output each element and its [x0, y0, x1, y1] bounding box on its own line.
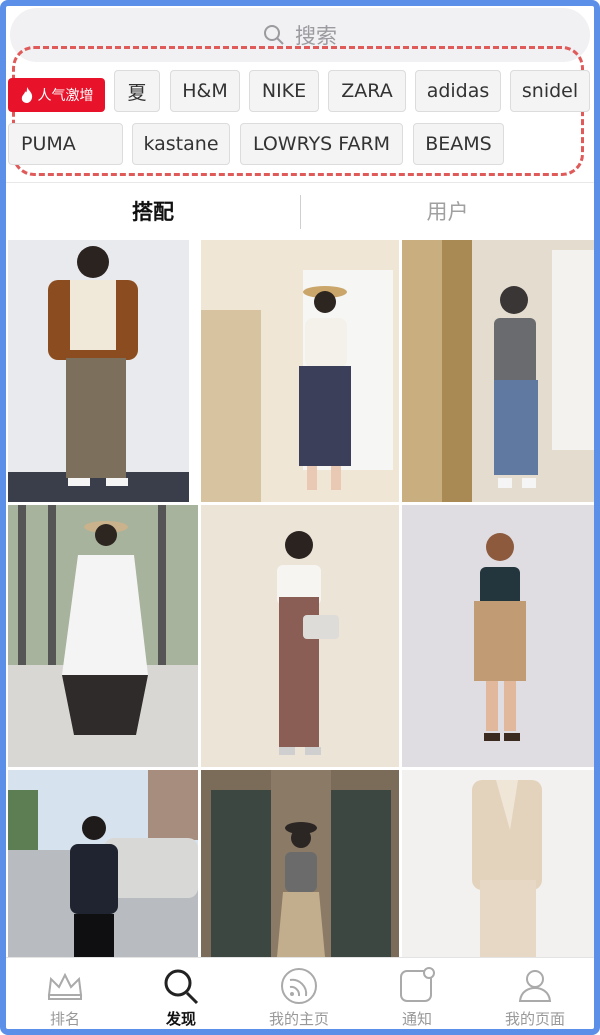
hot-badge[interactable]: 人气激增 [8, 78, 105, 112]
crown-icon [45, 968, 85, 1004]
nav-label-discover: 发现 [165, 1010, 196, 1028]
outfit-photo-9[interactable] [402, 770, 594, 957]
outfit-photo-6[interactable] [402, 505, 594, 767]
nav-label-my-page: 我的页面 [504, 1010, 565, 1028]
outfit-photo-2[interactable] [201, 240, 399, 502]
hot-badge-label: 人气激增 [37, 88, 94, 104]
search-icon [263, 24, 285, 46]
nav-label-my-home: 我的主页 [268, 1010, 329, 1028]
outfit-photo-7[interactable] [8, 770, 198, 957]
brand-chip-snidel[interactable]: snidel [510, 70, 590, 112]
brand-chip-summer[interactable]: 夏 [114, 70, 160, 112]
nav-item-notifications[interactable]: 通知 [358, 958, 476, 1030]
nav-label-ranking: 排名 [49, 1010, 80, 1028]
nav-item-ranking[interactable]: 排名 [6, 958, 124, 1030]
brand-chip-nike[interactable]: NIKE [249, 70, 319, 112]
brand-chip-kastane[interactable]: kastane [132, 123, 230, 165]
outfit-photo-8[interactable] [201, 770, 399, 957]
outfit-photo-5[interactable] [201, 505, 399, 767]
nav-label-notifications: 通知 [401, 1010, 432, 1028]
brand-chip-beams[interactable]: BEAMS [413, 123, 504, 165]
fire-icon [21, 87, 32, 103]
brand-chip-adidas[interactable]: adidas [415, 70, 501, 112]
brand-chip-lowrys-farm[interactable]: LOWRYS FARM [240, 123, 403, 165]
nav-item-my-home[interactable]: 我的主页 [240, 958, 358, 1030]
tab-outfits[interactable]: 搭配 [6, 183, 300, 239]
feed-icon [279, 968, 319, 1004]
brand-chip-puma[interactable]: PUMA [8, 123, 123, 165]
tab-bar: 搭配 用户 [6, 182, 594, 239]
tab-users[interactable]: 用户 [301, 183, 594, 239]
nav-item-discover[interactable]: 发现 [122, 958, 240, 1030]
bottom-nav: 排名 发现 我的主页 通知 我的页面 [6, 957, 594, 1030]
outfit-photo-3[interactable] [402, 240, 594, 502]
profile-icon [515, 968, 555, 1004]
search-icon [161, 968, 201, 1005]
notification-icon [397, 967, 437, 1004]
brand-chip-zara[interactable]: ZARA [328, 70, 406, 112]
outfit-photo-1[interactable] [8, 240, 189, 502]
outfit-photo-4[interactable] [8, 505, 198, 767]
brand-chip-hm[interactable]: H&M [170, 70, 240, 112]
nav-item-my-page[interactable]: 我的页面 [476, 958, 594, 1030]
outfit-grid [8, 240, 594, 957]
